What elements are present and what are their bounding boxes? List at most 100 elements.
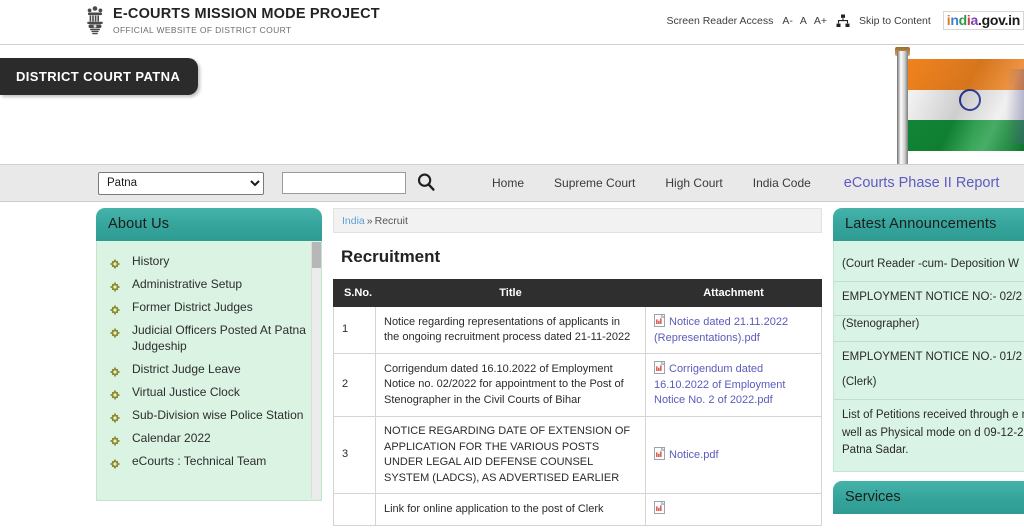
table-header-row: S.No. Title Attachment	[334, 280, 822, 307]
site-logo[interactable]: E-COURTS MISSION MODE PROJECT OFFICIAL W…	[84, 4, 380, 40]
banner-band: DISTRICT COURT PATNA	[0, 45, 1024, 165]
column-header-title: Title	[376, 280, 646, 307]
site-title: E-COURTS MISSION MODE PROJECT	[113, 7, 380, 22]
services-panel-title: Services	[833, 481, 1024, 514]
nav-link-high-court[interactable]: High Court	[665, 176, 722, 190]
diamond-bullet-icon	[109, 457, 121, 469]
sidebar-link-label[interactable]: Judicial Officers Posted At Patna Judges…	[132, 323, 309, 355]
search-input[interactable]	[283, 173, 405, 193]
sidebar-item-former-district-judges[interactable]: Former District Judges	[97, 297, 321, 320]
skip-to-content-link[interactable]: Skip to Content	[859, 15, 931, 27]
primary-nav-links: Home Supreme Court High Court India Code	[492, 176, 811, 190]
pdf-file-icon	[654, 361, 665, 374]
sidebar-link-label[interactable]: eCourts : Technical Team	[132, 454, 266, 470]
top-header: E-COURTS MISSION MODE PROJECT OFFICIAL W…	[0, 0, 1024, 45]
diamond-bullet-icon	[109, 280, 121, 292]
search-icon	[416, 172, 436, 195]
cell-sno	[334, 494, 376, 526]
breadcrumb-root-link[interactable]: India	[342, 215, 365, 227]
sidebar-item-virtual-justice-clock[interactable]: Virtual Justice Clock	[97, 382, 321, 405]
right-sidebar: Latest Announcements (Court Reader -cum-…	[833, 208, 1024, 514]
font-normal-button[interactable]: A	[800, 15, 807, 27]
left-sidebar: About Us History Administrative Setup	[96, 208, 322, 501]
announcement-item[interactable]: EMPLOYMENT NOTICE NO:- 02/2	[834, 282, 1024, 315]
sidebar-scrollbar-thumb[interactable]	[312, 242, 321, 268]
announcement-item[interactable]: List of Petitions received through e mai…	[834, 400, 1024, 467]
cell-sno: 1	[334, 307, 376, 354]
breadcrumb-current: Recruit	[375, 215, 408, 227]
attachment-link[interactable]: Corrigendum dated 16.10.2022 of Employme…	[654, 363, 785, 406]
pdf-file-icon	[654, 501, 665, 514]
sidebar-item-calendar-2022[interactable]: Calendar 2022	[97, 428, 321, 451]
diamond-bullet-icon	[109, 303, 121, 315]
accessibility-bar: Screen Reader Access A- A A+ Skip to Con…	[667, 11, 1024, 30]
announcement-item[interactable]: EMPLOYMENT NOTICE NO.- 01/2	[834, 341, 1024, 374]
sidebar-link-label[interactable]: Administrative Setup	[132, 277, 242, 293]
sidebar-link-label[interactable]: District Judge Leave	[132, 362, 241, 378]
diamond-bullet-icon	[109, 257, 121, 269]
india-flag-icon	[849, 45, 1024, 165]
cell-sno: 2	[334, 354, 376, 417]
district-court-tab[interactable]: DISTRICT COURT PATNA	[0, 58, 198, 95]
announcement-item[interactable]: (Court Reader -cum- Deposition W	[834, 249, 1024, 282]
sidebar-link-label[interactable]: Calendar 2022	[132, 431, 211, 447]
sidebar-item-sub-division-wise-police-station[interactable]: Sub-Division wise Police Station	[97, 405, 321, 428]
diamond-bullet-icon	[109, 326, 121, 338]
font-increase-button[interactable]: A+	[814, 15, 827, 27]
main-content: India»Recruit Recruitment S.No. Title At…	[333, 208, 822, 526]
cell-title: NOTICE REGARDING DATE OF EXTENSION OF AP…	[376, 417, 646, 494]
cell-title: Corrigendum dated 16.10.2022 of Employme…	[376, 354, 646, 417]
breadcrumb: India»Recruit	[333, 208, 822, 233]
nav-link-supreme-court[interactable]: Supreme Court	[554, 176, 635, 190]
district-select[interactable]: Patna	[98, 172, 264, 195]
screen-reader-access-link[interactable]: Screen Reader Access	[667, 15, 774, 27]
sidebar-item-district-judge-leave[interactable]: District Judge Leave	[97, 359, 321, 382]
sidebar-item-judicial-officers-posted[interactable]: Judicial Officers Posted At Patna Judges…	[97, 320, 321, 359]
latest-announcements-title: Latest Announcements	[833, 208, 1024, 241]
nav-link-india-code[interactable]: India Code	[753, 176, 811, 190]
sidebar-item-ecourts-technical-team[interactable]: eCourts : Technical Team	[97, 451, 321, 474]
diamond-bullet-icon	[109, 365, 121, 377]
sidebar-link-label[interactable]: History	[132, 254, 169, 270]
about-us-panel-body: History Administrative Setup Former Dist…	[96, 241, 322, 501]
ecourts-phase-2-report-link[interactable]: eCourts Phase II Report	[844, 175, 1000, 191]
cell-title: Link for online application to the post …	[376, 494, 646, 526]
search-box[interactable]	[282, 172, 406, 194]
about-us-panel-title: About Us	[96, 208, 322, 241]
table-row: 1 Notice regarding representations of ap…	[334, 307, 822, 354]
announcement-item[interactable]: (Stenographer)	[834, 316, 1024, 341]
page-title: Recruitment	[341, 247, 822, 267]
cell-title: Notice regarding representations of appl…	[376, 307, 646, 354]
announcement-item[interactable]: (Clerk)	[834, 374, 1024, 400]
sitemap-icon[interactable]	[836, 14, 850, 28]
pdf-file-icon	[654, 447, 665, 460]
column-header-sno: S.No.	[334, 280, 376, 307]
font-decrease-button[interactable]: A-	[782, 15, 793, 27]
sidebar-link-label[interactable]: Former District Judges	[132, 300, 253, 316]
cell-attachment: Notice dated 21.11.2022 (Representations…	[646, 307, 822, 354]
sidebar-item-history[interactable]: History	[97, 251, 321, 274]
cell-attachment: Corrigendum dated 16.10.2022 of Employme…	[646, 354, 822, 417]
column-header-attachment: Attachment	[646, 280, 822, 307]
nav-link-home[interactable]: Home	[492, 176, 524, 190]
latest-announcements-body: (Court Reader -cum- Deposition W EMPLOYM…	[833, 241, 1024, 472]
diamond-bullet-icon	[109, 388, 121, 400]
sidebar-link-label[interactable]: Sub-Division wise Police Station	[132, 408, 303, 424]
attachment-link[interactable]: Notice.pdf	[669, 449, 719, 461]
sidebar-item-administrative-setup[interactable]: Administrative Setup	[97, 274, 321, 297]
search-button[interactable]	[414, 171, 438, 195]
india-gov-in-logo[interactable]: india.gov.in	[943, 11, 1024, 30]
table-row: Link for online application to the post …	[334, 494, 822, 526]
attachment-link[interactable]: Notice dated 21.11.2022 (Representations…	[654, 316, 788, 344]
sidebar-scrollbar[interactable]	[311, 242, 320, 499]
table-row: 2 Corrigendum dated 16.10.2022 of Employ…	[334, 354, 822, 417]
page-body: About Us History Administrative Setup	[0, 202, 1024, 532]
about-us-menu: History Administrative Setup Former Dist…	[97, 251, 321, 474]
sidebar-link-label[interactable]: Virtual Justice Clock	[132, 385, 240, 401]
table-row: 3 NOTICE REGARDING DATE OF EXTENSION OF …	[334, 417, 822, 494]
font-size-controls: A- A A+	[782, 15, 827, 27]
diamond-bullet-icon	[109, 411, 121, 423]
recruitment-table: S.No. Title Attachment 1 Notice regardin…	[333, 279, 822, 526]
cell-attachment	[646, 494, 822, 526]
pdf-file-icon	[654, 314, 665, 327]
